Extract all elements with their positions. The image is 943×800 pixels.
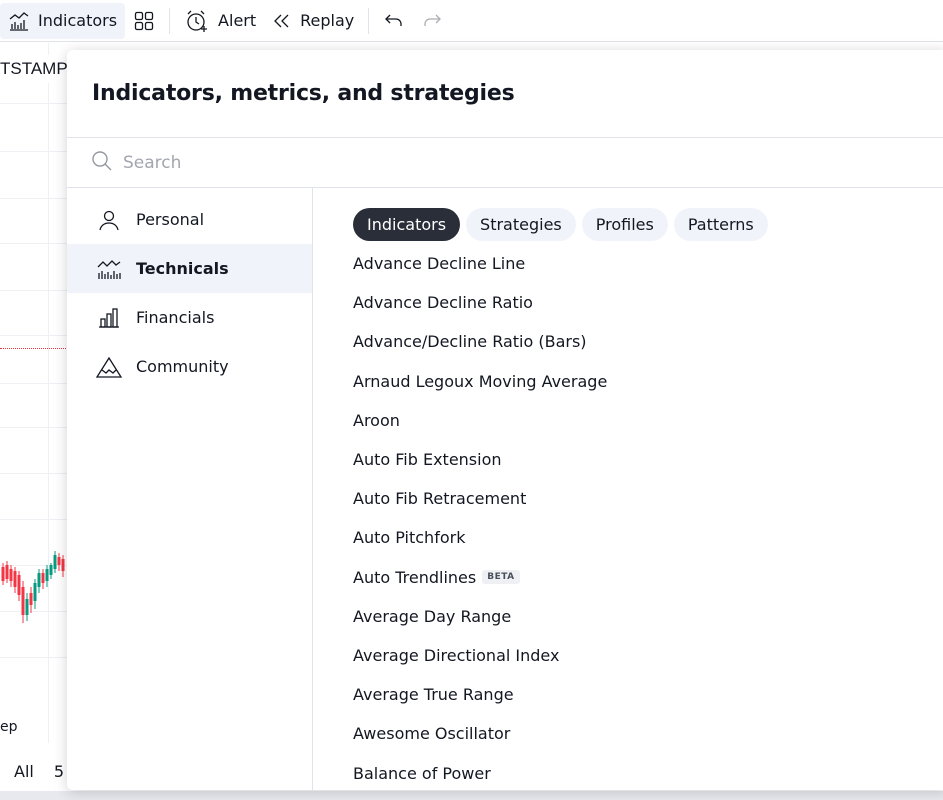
replay-button[interactable]: Replay: [264, 3, 362, 39]
sidebar-item-label: Personal: [136, 210, 205, 229]
dialog-title: Indicators, metrics, and strategies: [92, 81, 515, 106]
indicators-dialog: Indicators, metrics, and strategies Pers…: [67, 50, 943, 790]
alert-button[interactable]: Alert: [176, 3, 264, 39]
person-icon: [95, 206, 123, 234]
undo-button[interactable]: [375, 3, 413, 39]
grid-icon: [133, 10, 155, 32]
gridline: [0, 335, 70, 336]
list-item-label: Balance of Power: [353, 763, 491, 783]
symbol-exchange-label[interactable]: TSTAMP: [0, 55, 74, 83]
list-item-label: Arnaud Legoux Moving Average: [353, 371, 608, 391]
tab-patterns[interactable]: Patterns: [673, 208, 768, 241]
tab-indicators[interactable]: Indicators: [353, 208, 461, 241]
gridline: [0, 383, 70, 384]
list-item-label: Average Day Range: [353, 606, 512, 626]
list-item-label: Advance/Decline Ratio (Bars): [353, 332, 587, 352]
undo-icon: [383, 11, 405, 31]
list-item-label: Auto Trendlines: [353, 567, 477, 587]
indicators-button[interactable]: Indicators: [0, 2, 126, 39]
alarm-clock-plus-icon: [184, 9, 210, 33]
list-item[interactable]: Aroon: [353, 401, 943, 440]
technicals-chart-icon: [95, 255, 123, 283]
gridline: [0, 103, 70, 104]
top-toolbar: Indicators Alert Replay: [0, 0, 943, 42]
candlesticks: [1, 551, 65, 623]
category-sidebar: Personal Technicals Financials Community: [67, 188, 313, 790]
list-item[interactable]: Advance Decline Line: [353, 244, 943, 283]
gridline: [0, 290, 70, 291]
mountain-icon: [95, 353, 123, 381]
sidebar-item-financials[interactable]: Financials: [67, 293, 312, 342]
list-item-label: Advance Decline Ratio: [353, 293, 533, 313]
gridline: [0, 519, 70, 520]
sidebar-item-technicals[interactable]: Technicals: [67, 244, 312, 293]
indicator-list: Advance Decline Line Advance Decline Rat…: [353, 244, 943, 790]
gridline: [0, 243, 70, 244]
layout-templates-button[interactable]: [125, 3, 163, 39]
rewind-icon: [272, 12, 292, 30]
search-icon: [91, 150, 113, 176]
sidebar-item-label: Technicals: [136, 259, 229, 278]
sidebar-item-personal[interactable]: Personal: [67, 195, 312, 244]
list-item[interactable]: Awesome Oscillator: [353, 714, 943, 753]
list-item-label: Auto Fib Retracement: [353, 489, 527, 509]
gridline: [0, 473, 70, 474]
gridline: [0, 427, 70, 428]
price-line: [0, 348, 70, 349]
list-item[interactable]: Arnaud Legoux Moving Average: [353, 362, 943, 401]
gridline: [0, 657, 70, 658]
replay-label: Replay: [300, 11, 355, 30]
bottom-scroll-strip: [0, 791, 943, 800]
list-item-label: Awesome Oscillator: [353, 724, 511, 744]
bar-chart-icon: [95, 304, 123, 332]
list-item[interactable]: Auto Fib Retracement: [353, 479, 943, 518]
indicators-label: Indicators: [38, 11, 118, 30]
indicator-list-panel: Indicators Strategies Profiles Patterns …: [314, 188, 943, 790]
list-item[interactable]: Average Directional Index: [353, 636, 943, 675]
list-item[interactable]: Average Day Range: [353, 597, 943, 636]
sidebar-item-label: Community: [136, 357, 229, 376]
sidebar-item-community[interactable]: Community: [67, 342, 312, 391]
sidebar-item-label: Financials: [136, 308, 215, 327]
range-all-button[interactable]: All: [14, 762, 34, 781]
gridline: [0, 198, 70, 199]
search-input[interactable]: [123, 152, 623, 173]
range-button[interactable]: 5: [54, 762, 64, 781]
type-tabs: Indicators Strategies Profiles Patterns: [353, 208, 943, 242]
tab-profiles[interactable]: Profiles: [581, 208, 668, 241]
tab-strategies[interactable]: Strategies: [466, 208, 576, 241]
list-item-label: Advance Decline Line: [353, 254, 526, 274]
beta-badge: BETA: [482, 570, 520, 585]
alert-label: Alert: [218, 11, 257, 30]
toolbar-divider: [169, 7, 171, 34]
list-item[interactable]: Balance of Power: [353, 753, 943, 790]
list-item-label: Average True Range: [353, 685, 514, 705]
list-item[interactable]: Advance/Decline Ratio (Bars): [353, 322, 943, 361]
toolbar-divider: [368, 7, 370, 34]
redo-icon: [421, 11, 443, 31]
redo-button[interactable]: [413, 3, 451, 39]
list-item[interactable]: Auto Fib Extension: [353, 440, 943, 479]
list-item[interactable]: Advance Decline Ratio: [353, 283, 943, 322]
list-item-label: Auto Fib Extension: [353, 450, 502, 470]
list-item-label: Average Directional Index: [353, 645, 560, 665]
list-item-label: Aroon: [353, 410, 400, 430]
list-item[interactable]: Auto Pitchfork: [353, 518, 943, 557]
list-item-label: Auto Pitchfork: [353, 528, 466, 548]
indicators-icon: [8, 10, 30, 32]
time-axis-label: ep: [0, 719, 18, 735]
gridline: [0, 151, 70, 152]
search-bar[interactable]: [67, 138, 943, 187]
list-item[interactable]: Average True Range: [353, 675, 943, 714]
list-item[interactable]: Auto Trendlines BETA: [353, 558, 943, 597]
